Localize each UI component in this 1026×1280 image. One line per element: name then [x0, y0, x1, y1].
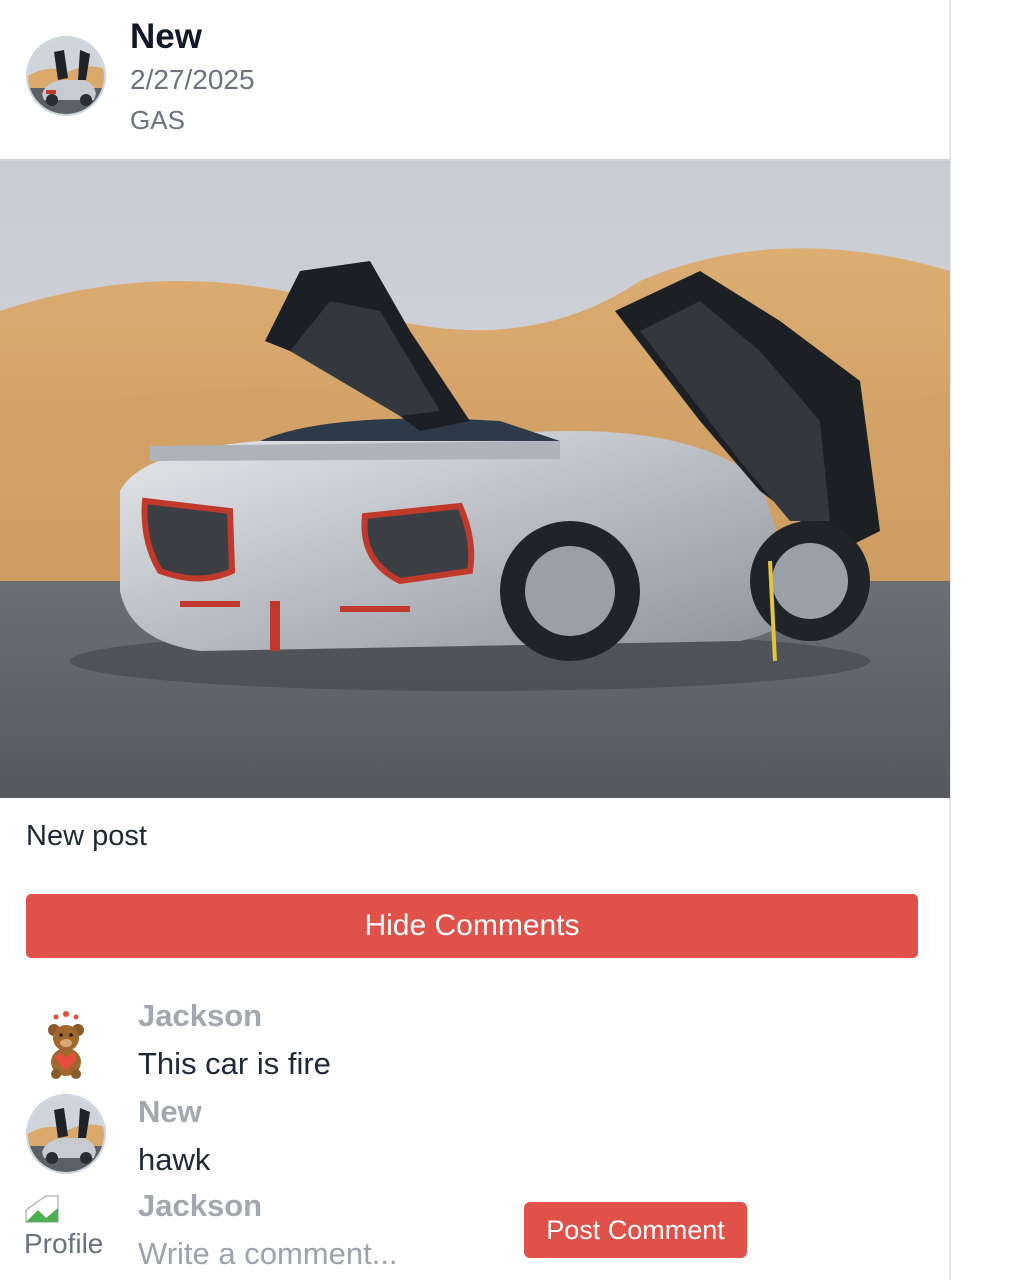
comment-input[interactable]: [138, 1232, 498, 1276]
post-caption: New post: [26, 820, 147, 852]
broken-image-icon: [25, 1195, 59, 1223]
post-comment-button[interactable]: Post Comment: [524, 1202, 747, 1258]
post-meta: New 2/27/2025 GAS: [130, 16, 255, 140]
post-image: [0, 161, 950, 798]
car-avatar-image: [28, 38, 104, 114]
post-header: New 2/27/2025 GAS: [0, 0, 949, 161]
profile-image-broken: Profile: [24, 1194, 104, 1264]
comment-text: This car is fire: [138, 1046, 331, 1081]
hide-comments-button[interactable]: Hide Comments: [26, 894, 918, 958]
post-card: New 2/27/2025 GAS New post Hide Comments…: [0, 0, 951, 1280]
post-fuel-type: GAS: [130, 105, 185, 135]
author-avatar[interactable]: [26, 36, 106, 116]
teddy-bear-avatar[interactable]: [26, 1004, 106, 1084]
car-avatar-icon: [28, 1096, 104, 1172]
comment-author[interactable]: Jackson: [138, 998, 262, 1034]
profile-alt-text: Profile: [24, 1228, 104, 1259]
teddy-bear-icon: [48, 1011, 84, 1079]
post-author[interactable]: New: [130, 16, 255, 58]
comment-author[interactable]: New: [138, 1094, 202, 1130]
comment-text: hawk: [138, 1142, 211, 1177]
car-avatar[interactable]: [26, 1094, 106, 1174]
new-comment-author: Jackson: [138, 1188, 263, 1223]
car-photo: [0, 161, 950, 798]
post-date: 2/27/2025: [130, 64, 255, 95]
